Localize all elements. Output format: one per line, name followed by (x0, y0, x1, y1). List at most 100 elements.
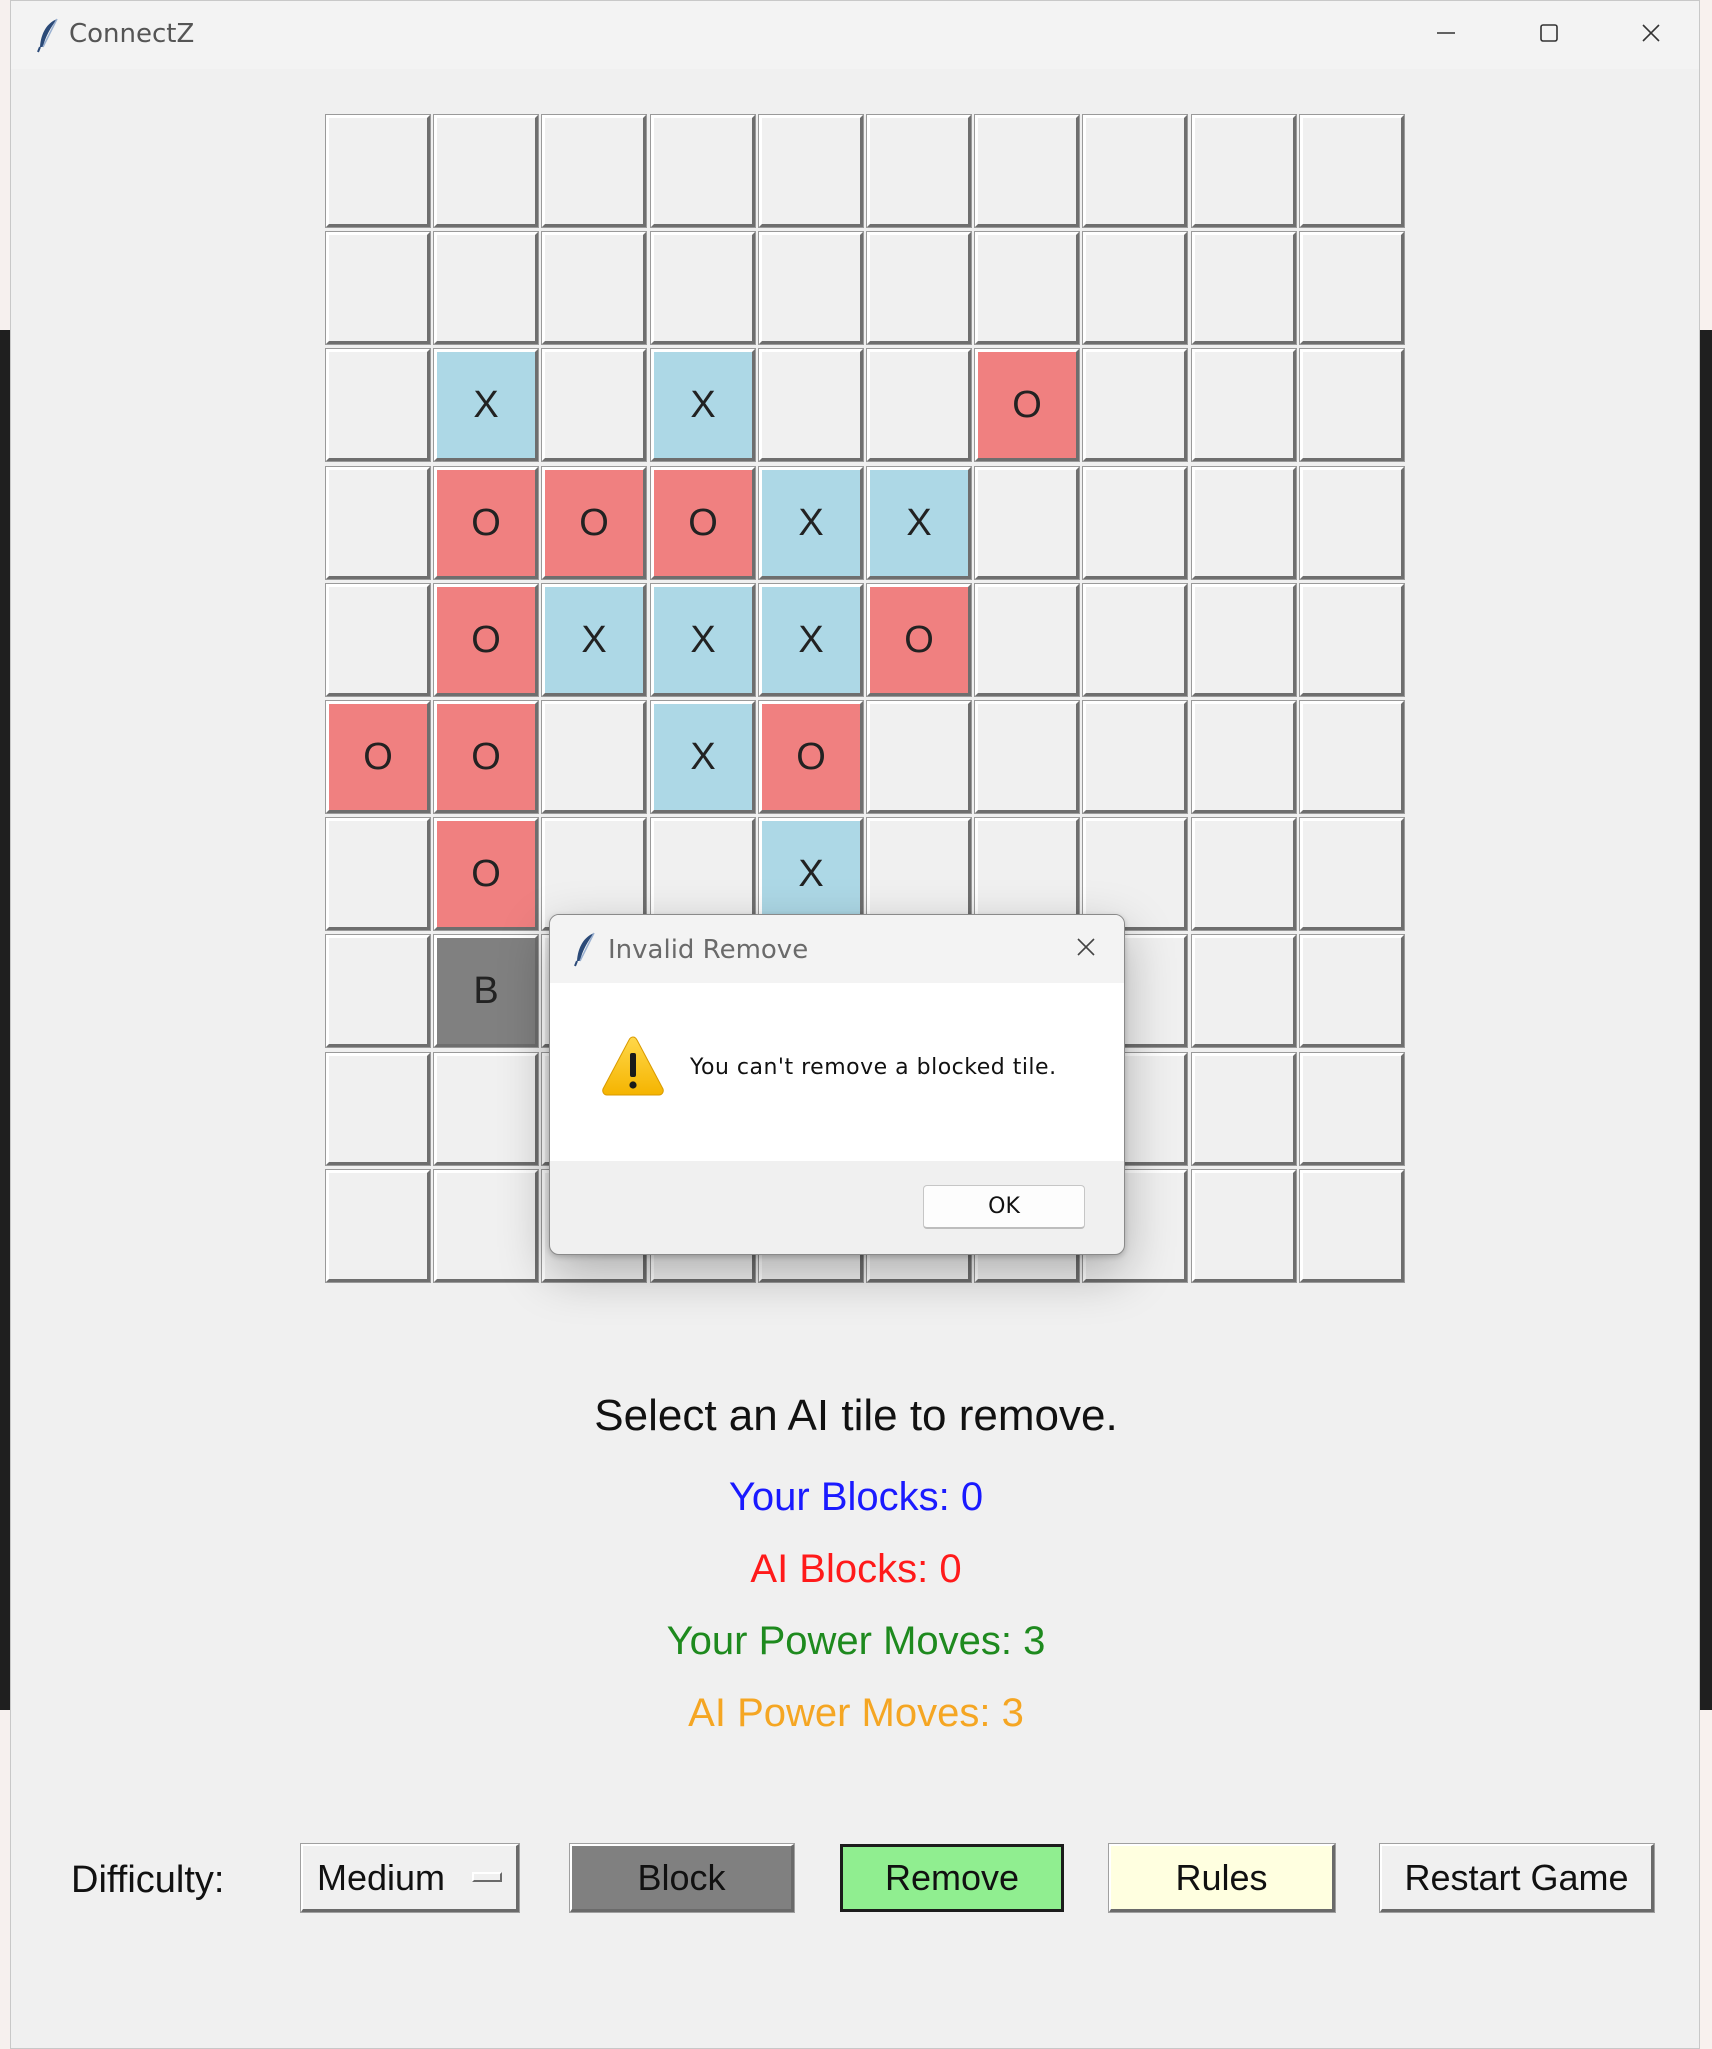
restart-game-button[interactable]: Restart Game (1379, 1843, 1655, 1913)
board-cell[interactable] (541, 114, 647, 228)
board-cell[interactable] (541, 700, 647, 814)
board-cell[interactable] (974, 583, 1080, 697)
board-cell[interactable]: O (758, 700, 864, 814)
board-cell[interactable] (1299, 583, 1405, 697)
board-cell[interactable] (974, 700, 1080, 814)
board-cell[interactable] (866, 114, 972, 228)
board-cell[interactable] (1191, 1052, 1297, 1166)
board-cell[interactable] (1191, 348, 1297, 462)
board-cell[interactable] (1082, 700, 1188, 814)
board-cell[interactable] (541, 348, 647, 462)
board-cell[interactable]: O (541, 466, 647, 580)
board-cell[interactable] (1299, 348, 1405, 462)
board-cell[interactable] (541, 231, 647, 345)
rules-button[interactable]: Rules (1108, 1843, 1336, 1913)
board-cell[interactable] (325, 466, 431, 580)
difficulty-value: Medium (317, 1856, 446, 1898)
dialog-message: You can't remove a blocked tile. (690, 1055, 1057, 1080)
board-cell[interactable] (433, 1052, 539, 1166)
board-cell[interactable] (1082, 114, 1188, 228)
board-cell[interactable] (1082, 466, 1188, 580)
main-window: ConnectZ XXOOOOXXOXXXOOOXOOXB Select an … (10, 0, 1700, 2049)
board-cell[interactable] (1299, 1052, 1405, 1166)
board-cell[interactable] (1191, 817, 1297, 931)
board-cell[interactable] (433, 114, 539, 228)
maximize-button[interactable] (1499, 1, 1599, 65)
status-message: Select an AI tile to remove. (594, 1391, 1118, 1440)
maximize-icon (1540, 24, 1558, 42)
board-cell[interactable] (1299, 1169, 1405, 1283)
board-cell[interactable] (1082, 583, 1188, 697)
board-cell[interactable]: O (325, 700, 431, 814)
board-cell[interactable]: O (433, 700, 539, 814)
board-cell[interactable] (1191, 934, 1297, 1048)
board-cell[interactable] (1299, 231, 1405, 345)
minimize-button[interactable] (1396, 1, 1496, 65)
board-cell[interactable]: X (758, 466, 864, 580)
board-cell[interactable] (758, 231, 864, 345)
board-cell[interactable] (1191, 700, 1297, 814)
board-cell[interactable]: X (866, 466, 972, 580)
board-cell[interactable] (1082, 348, 1188, 462)
invalid-remove-dialog: Invalid Remove You can't remove a blocke… (549, 914, 1125, 1255)
title-bar[interactable]: ConnectZ (11, 1, 1699, 69)
board-cell[interactable] (325, 1052, 431, 1166)
board-cell[interactable] (1191, 583, 1297, 697)
feather-icon (37, 18, 58, 53)
board-cell[interactable] (1191, 231, 1297, 345)
board-cell[interactable] (650, 114, 756, 228)
close-button[interactable] (1601, 1, 1701, 65)
board-cell[interactable]: X (650, 583, 756, 697)
board-cell[interactable] (1191, 466, 1297, 580)
board-cell[interactable]: X (650, 700, 756, 814)
board-cell[interactable] (325, 934, 431, 1048)
board-cell[interactable] (325, 231, 431, 345)
dialog-title-bar[interactable]: Invalid Remove (550, 915, 1124, 983)
warning-icon (602, 1036, 664, 1096)
board-cell[interactable] (1299, 466, 1405, 580)
board-cell[interactable]: O (433, 817, 539, 931)
board-cell[interactable]: O (433, 466, 539, 580)
board-cell[interactable]: X (758, 583, 864, 697)
board-cell[interactable] (974, 466, 1080, 580)
board-cell[interactable] (433, 1169, 539, 1283)
board-cell[interactable] (1299, 817, 1405, 931)
board-cell[interactable] (974, 231, 1080, 345)
block-button[interactable]: Block (569, 1843, 795, 1913)
dialog-body: You can't remove a blocked tile. (550, 983, 1124, 1161)
board-cell[interactable]: B (433, 934, 539, 1048)
board-cell[interactable] (1299, 700, 1405, 814)
board-cell[interactable]: O (974, 348, 1080, 462)
board-cell[interactable]: O (866, 583, 972, 697)
board-cell[interactable] (974, 114, 1080, 228)
board-cell[interactable]: X (541, 583, 647, 697)
close-icon (1642, 24, 1660, 42)
board-cell[interactable] (1082, 231, 1188, 345)
board-cell[interactable]: O (433, 583, 539, 697)
board-cell[interactable] (325, 817, 431, 931)
difficulty-dropdown[interactable]: Medium (300, 1843, 520, 1913)
board-cell[interactable] (325, 583, 431, 697)
board-cell[interactable] (1299, 934, 1405, 1048)
board-cell[interactable]: X (433, 348, 539, 462)
board-cell[interactable] (325, 114, 431, 228)
board-cell[interactable] (758, 114, 864, 228)
ok-button[interactable]: OK (923, 1185, 1085, 1229)
remove-button[interactable]: Remove (840, 1844, 1064, 1912)
dialog-close-button[interactable] (1066, 927, 1106, 967)
board-cell[interactable] (758, 348, 864, 462)
board-cell[interactable] (1191, 114, 1297, 228)
board-cell[interactable] (433, 231, 539, 345)
your-blocks-count: Your Blocks: 0 (728, 1475, 984, 1519)
board-cell[interactable] (325, 1169, 431, 1283)
board-cell[interactable] (866, 231, 972, 345)
board-cell[interactable] (1191, 1169, 1297, 1283)
board-cell[interactable] (866, 348, 972, 462)
board-cell[interactable]: X (650, 348, 756, 462)
board-cell[interactable] (1299, 114, 1405, 228)
board-cell[interactable] (325, 348, 431, 462)
board-cell[interactable]: O (650, 466, 756, 580)
board-cell[interactable] (650, 231, 756, 345)
board-cell[interactable] (866, 700, 972, 814)
window-title: ConnectZ (69, 19, 195, 49)
